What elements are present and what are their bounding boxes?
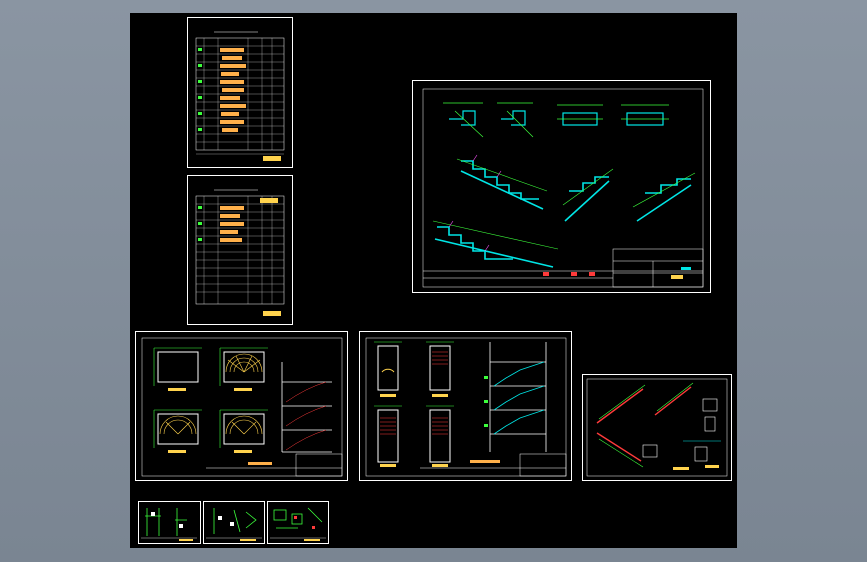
table-sheet-2[interactable]	[187, 175, 293, 325]
small-detail-sheet-3[interactable]	[267, 501, 329, 544]
spiral-stair-plans-graphic	[141, 337, 343, 477]
small-detail-3-graphic	[270, 507, 326, 541]
straight-stair-plans-graphic	[365, 337, 567, 477]
connection-details-graphic	[586, 378, 728, 477]
small-detail-1-graphic	[141, 508, 197, 541]
section-details-graphic	[422, 88, 704, 288]
table-sheet-1-graphic	[195, 31, 285, 161]
straight-stair-plans-sheet[interactable]	[359, 331, 572, 481]
small-detail-sheet-2[interactable]	[203, 501, 265, 544]
table-sheet-2-graphic	[195, 189, 285, 316]
small-detail-2-graphic	[206, 508, 262, 541]
connection-details-sheet[interactable]	[582, 374, 732, 481]
table-sheet-1[interactable]	[187, 17, 293, 168]
small-detail-sheet-1[interactable]	[138, 501, 201, 544]
drawing-canvas[interactable]	[130, 13, 737, 548]
spiral-stair-plans-sheet[interactable]	[135, 331, 348, 481]
section-details-sheet[interactable]	[412, 80, 711, 293]
